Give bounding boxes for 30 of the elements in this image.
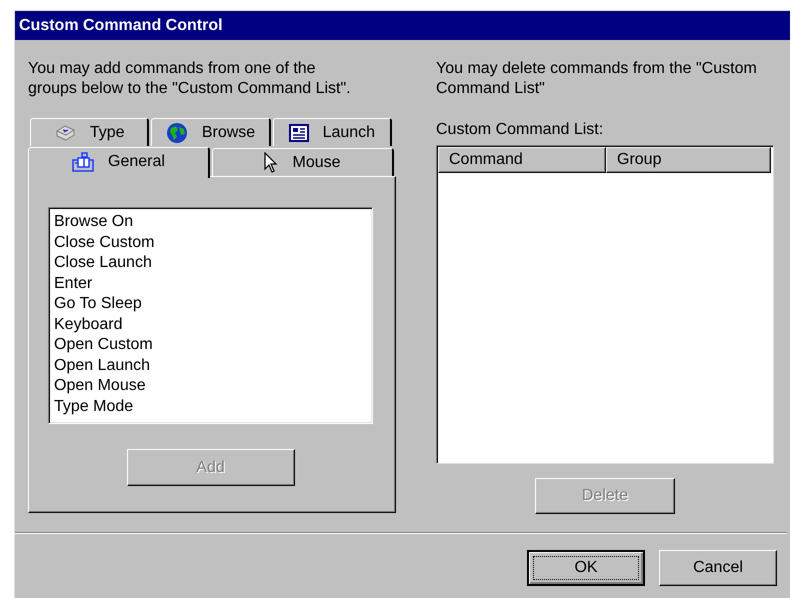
cursor-icon — [264, 152, 278, 174]
list-item[interactable]: Close Launch — [54, 253, 367, 274]
keyboard-key-icon — [54, 124, 76, 142]
custom-command-list[interactable]: Command Group — [436, 145, 774, 464]
ok-button[interactable]: OK — [527, 550, 645, 586]
list-item[interactable]: Keyboard — [54, 314, 367, 335]
list-item[interactable]: Enter — [54, 274, 367, 294]
list-item[interactable]: Type Mode — [54, 396, 367, 417]
list-item[interactable]: Open Launch — [54, 356, 367, 376]
column-header[interactable]: Command — [438, 147, 606, 173]
list-item[interactable]: Open Custom — [54, 335, 367, 356]
delete-instructions: You may delete commands from the "Custom Command List" — [436, 59, 758, 99]
window-title: Custom Command Control — [15, 11, 790, 40]
list-item[interactable]: Browse On — [54, 212, 367, 232]
list-item[interactable]: Go To Sleep — [54, 294, 367, 314]
cancel-button[interactable]: Cancel — [659, 550, 777, 586]
globe-icon — [166, 122, 188, 144]
device-icon — [72, 152, 94, 172]
column-header[interactable]: Group — [606, 147, 771, 173]
list-label: Custom Command List: — [436, 120, 604, 140]
tab[interactable]: Mouse — [212, 148, 394, 176]
tab[interactable]: Type — [30, 118, 150, 146]
tab[interactable]: Browse — [151, 118, 271, 146]
add-instructions: You may add commands from one of the groups below to the "Custom Command List". — [28, 59, 352, 99]
list-item[interactable]: Open Mouse — [54, 376, 367, 396]
tab[interactable]: General — [28, 147, 210, 178]
list-item[interactable]: Close Custom — [54, 232, 367, 253]
command-listbox[interactable]: Browse On Close Custom Close Launch Enter Go To Sleep Keyboard Open Custom Open Launch Open Mouse Type Mode — [48, 207, 373, 424]
tab[interactable]: Launch — [272, 118, 392, 146]
window-icon — [288, 124, 309, 142]
